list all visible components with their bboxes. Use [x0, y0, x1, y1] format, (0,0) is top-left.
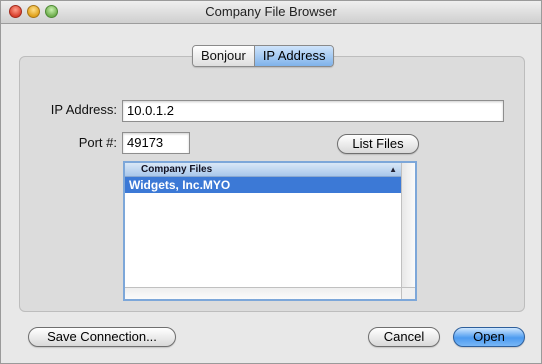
port-label: Port #:: [78, 135, 117, 150]
company-files-column-header[interactable]: Company Files ▲: [125, 163, 401, 177]
open-button[interactable]: Open: [453, 327, 525, 347]
window-title: Company File Browser: [205, 4, 337, 19]
company-files-list[interactable]: Company Files ▲ Widgets, Inc.MYO: [123, 161, 417, 301]
port-field[interactable]: 49173: [122, 132, 190, 154]
ip-address-field[interactable]: 10.0.1.2: [122, 100, 504, 122]
horizontal-scrollbar[interactable]: [125, 287, 401, 299]
column-header-label: Company Files: [141, 164, 213, 175]
title-bar[interactable]: Company File Browser: [1, 1, 541, 24]
list-item[interactable]: Widgets, Inc.MYO: [125, 177, 401, 193]
scrollbar-corner: [401, 287, 415, 299]
connection-mode-tabs: Bonjour IP Address: [192, 45, 335, 67]
list-files-button[interactable]: List Files: [337, 134, 419, 154]
tab-ip-address[interactable]: IP Address: [253, 46, 334, 66]
ip-address-label: IP Address:: [50, 102, 117, 117]
vertical-scrollbar[interactable]: [401, 163, 415, 287]
sort-ascending-icon: ▲: [389, 165, 397, 174]
tab-bonjour[interactable]: Bonjour: [193, 46, 254, 66]
cancel-button[interactable]: Cancel: [368, 327, 440, 347]
company-file-browser-window: Company File Browser Bonjour IP Address …: [0, 0, 542, 364]
save-connection-button[interactable]: Save Connection...: [28, 327, 176, 347]
